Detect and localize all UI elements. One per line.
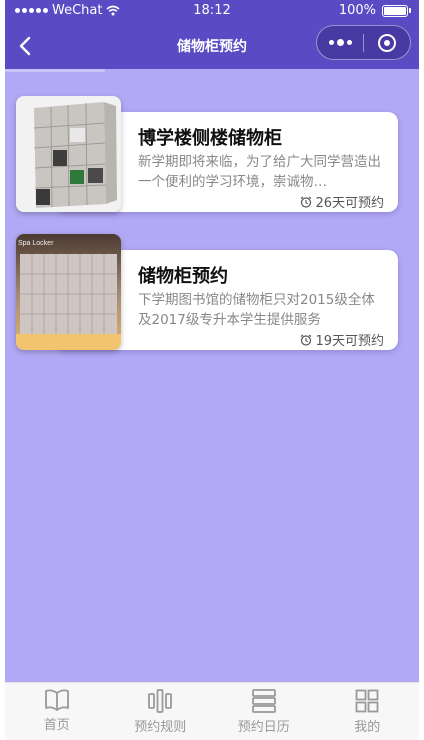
tab-label: 我的 — [354, 720, 381, 735]
status-right: 100% — [339, 3, 411, 18]
more-dot-icon — [336, 39, 344, 46]
available-days: 19天可预约 — [300, 330, 384, 349]
content-highlight — [5, 69, 105, 72]
phone-screen: WeChat 18:12 100% 储物柜预约 博学楼侧楼储物柜 新学期即将来临… — [0, 0, 424, 740]
days-label: 19天可预约 — [315, 334, 384, 349]
card-description: 下学期图书馆的储物柜只对2015级全体及2017级专升本学生提供服务 — [138, 292, 375, 328]
miniprogram-capsule — [316, 25, 411, 60]
battery-percent: 100% — [338, 3, 376, 18]
available-days: 26天可预约 — [300, 192, 384, 211]
tab-rules[interactable]: 预约规则 — [109, 683, 213, 740]
status-bar: WeChat 18:12 100% — [5, 0, 419, 22]
alarm-clock-icon — [301, 196, 312, 208]
stack-icon — [251, 689, 276, 713]
nav-bar: 储物柜预约 — [5, 22, 419, 69]
grid-icon — [355, 689, 379, 713]
tab-bar: 首页 预约规则 预约日历 我的 — [5, 682, 419, 740]
tab-home[interactable]: 首页 — [5, 683, 109, 740]
target-icon — [378, 33, 396, 52]
card-image — [16, 96, 121, 212]
tab-label: 首页 — [43, 718, 70, 733]
card-title: 博学楼侧楼储物柜 — [138, 128, 282, 149]
days-label: 26天可预约 — [315, 196, 384, 211]
locker-card[interactable]: Spa Locker 储物柜预约 下学期图书馆的储物柜只对2015级全体及201… — [16, 234, 398, 354]
alarm-clock-icon — [301, 334, 312, 346]
image-caption: Spa Locker — [18, 240, 54, 247]
bars-icon — [148, 689, 173, 713]
more-dot-icon — [346, 40, 352, 45]
locker-cabinet-image — [16, 96, 121, 212]
tab-calendar[interactable]: 预约日历 — [212, 683, 316, 740]
more-dot-icon — [328, 40, 334, 45]
book-icon — [44, 689, 69, 711]
battery-icon — [382, 4, 408, 17]
close-button[interactable] — [364, 26, 410, 59]
more-button[interactable] — [317, 26, 363, 59]
card-description: 新学期即将来临，为了给广大同学营造出一个便利的学习环境，崇诚物… — [138, 154, 381, 190]
tab-label: 预约规则 — [134, 720, 187, 735]
locker-card[interactable]: 博学楼侧楼储物柜 新学期即将来临，为了给广大同学营造出一个便利的学习环境，崇诚物… — [16, 96, 398, 216]
tab-mine[interactable]: 我的 — [316, 683, 420, 740]
card-image: Spa Locker — [16, 234, 121, 350]
tab-label: 预约日历 — [237, 720, 290, 735]
spa-locker-image: Spa Locker — [16, 234, 121, 350]
card-title: 储物柜预约 — [138, 266, 228, 287]
battery-cap — [409, 8, 411, 13]
